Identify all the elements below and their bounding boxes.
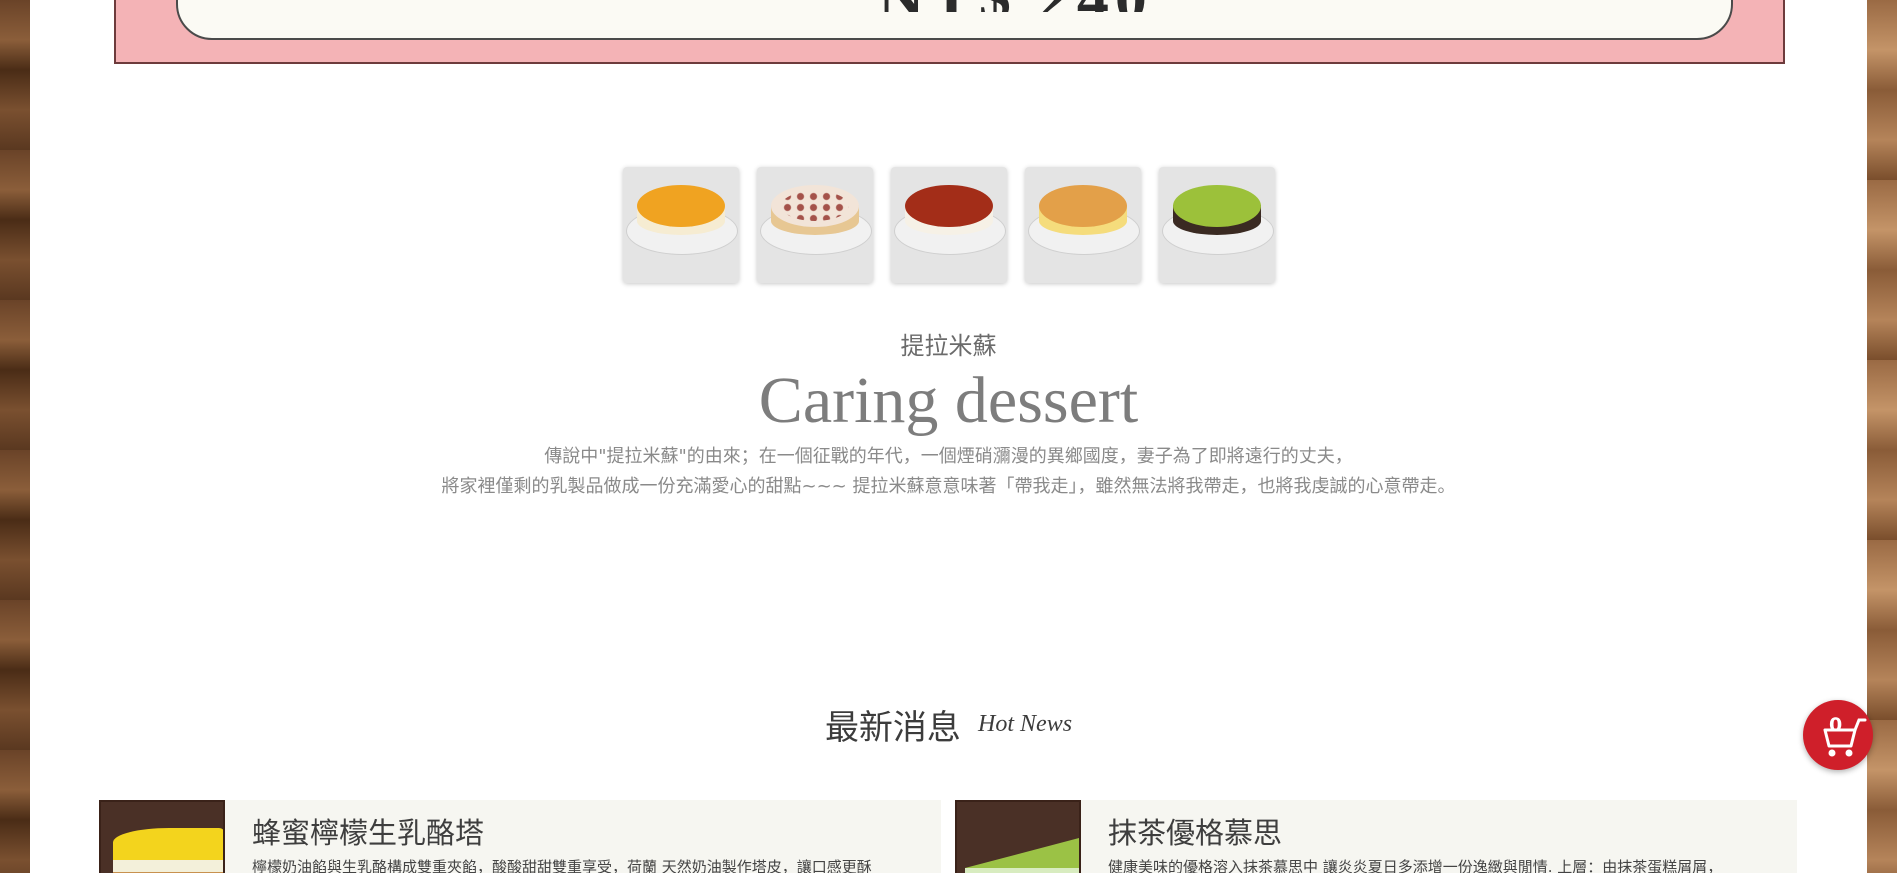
wood-background-left <box>0 0 30 873</box>
matcha-mousse-icon <box>955 800 1081 873</box>
matcha-cake-icon <box>1173 185 1261 227</box>
thumbnail-strawberry-cake[interactable] <box>757 167 873 283</box>
thumbnail-matcha-cake[interactable] <box>1159 167 1275 283</box>
section-title: Caring dessert <box>758 364 1139 437</box>
news-heading: 最新消息 Hot News <box>30 700 1867 749</box>
news-heading-zh: 最新消息 <box>824 708 961 748</box>
thumbnail-cheesecake[interactable] <box>1025 167 1141 283</box>
cake-thumbnail-gallery <box>623 167 1275 283</box>
mango-cake-icon <box>637 185 725 227</box>
news-card-matcha-mousse[interactable]: 抹茶優格慕思 健康美味的優格溶入抹茶慕思中 讓炎炎夏日多添增一份逸緻與閒情. 上… <box>955 800 1797 873</box>
section-description: 傳說中"提拉米蘇"的由來；在一個征戰的年代，一個煙硝瀰漫的異鄉國度，妻子為了即將… <box>30 442 1867 502</box>
description-line-1: 傳說中"提拉米蘇"的由來；在一個征戰的年代，一個煙硝瀰漫的異鄉國度，妻子為了即將… <box>544 446 1353 467</box>
thumbnail-mango-cake[interactable] <box>623 167 739 283</box>
cheesecake-icon <box>1039 185 1127 227</box>
promo-banner[interactable]: NT$ 240 <box>114 0 1785 64</box>
page-content: NT$ 240 提拉米蘇 <box>30 0 1867 873</box>
promo-banner-card: NT$ 240 <box>176 0 1733 40</box>
news-card-text: 檸檬奶油餡與生乳酪構成雙重夾餡，酸酸甜甜雙重享受，荷蘭 天然奶油製作塔皮，讓口感… <box>252 858 872 873</box>
news-card-title[interactable]: 蜂蜜檸檬生乳酪塔 <box>252 810 484 852</box>
cart-button[interactable]: 0 <box>1803 700 1873 770</box>
news-card-title[interactable]: 抹茶優格慕思 <box>1108 810 1282 852</box>
cart-count: 0 <box>1829 714 1843 736</box>
lemon-tart-icon <box>99 800 225 873</box>
description-line-2: 將家裡僅剩的乳製品做成一份充滿愛心的甜點~~~ 提拉米蘇意意味著「帶我走」，雖然… <box>441 476 1456 497</box>
tiramisu-cake-icon <box>905 185 993 227</box>
banner-price: NT$ 240 <box>878 0 1153 12</box>
thumbnail-tiramisu-cake[interactable] <box>891 167 1007 283</box>
news-heading-en: Hot News <box>978 711 1073 737</box>
news-card-lemon-tart[interactable]: 蜂蜜檸檬生乳酪塔 檸檬奶油餡與生乳酪構成雙重夾餡，酸酸甜甜雙重享受，荷蘭 天然奶… <box>99 800 941 873</box>
news-card-text: 健康美味的優格溶入抹茶慕思中 讓炎炎夏日多添增一份逸緻與閒情. 上層：由抹茶蛋糕… <box>1108 858 1723 873</box>
section-subtitle: 提拉米蘇 <box>900 332 997 360</box>
